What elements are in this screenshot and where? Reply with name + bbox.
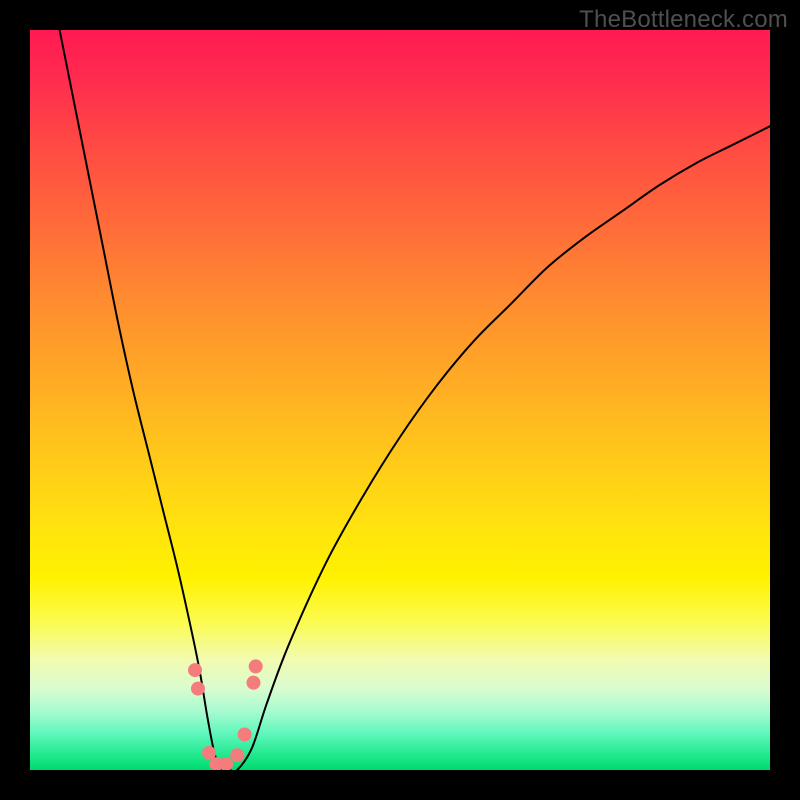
curve-marker — [246, 676, 260, 690]
curve-markers — [188, 659, 263, 770]
curve-marker — [230, 748, 244, 762]
curve-marker — [249, 659, 263, 673]
chart-svg — [30, 30, 770, 770]
chart-plot-area — [30, 30, 770, 770]
curve-marker — [188, 663, 202, 677]
bottleneck-curve — [60, 30, 770, 770]
curve-marker — [191, 682, 205, 696]
curve-marker — [238, 727, 252, 741]
watermark-text: TheBottleneck.com — [579, 6, 788, 34]
